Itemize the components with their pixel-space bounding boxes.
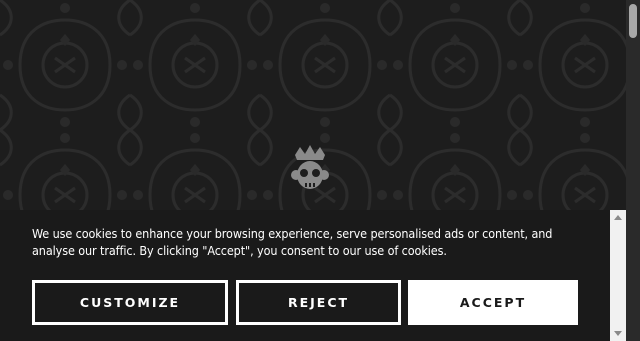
reject-button[interactable]: REJECT [236, 280, 401, 325]
scroll-down-arrow-icon[interactable] [614, 331, 622, 336]
page-scrollbar-thumb[interactable] [629, 4, 637, 38]
scroll-up-arrow-icon[interactable] [614, 215, 622, 220]
crowned-skull-monkey-icon [291, 145, 329, 189]
customize-button[interactable]: CUSTOMIZE [32, 280, 228, 325]
cookie-consent-text: We use cookies to enhance your browsing … [32, 226, 553, 258]
page-scrollbar[interactable] [626, 0, 640, 341]
cookie-banner-scrollbar[interactable] [610, 210, 626, 341]
accept-button[interactable]: ACCEPT [408, 280, 578, 325]
